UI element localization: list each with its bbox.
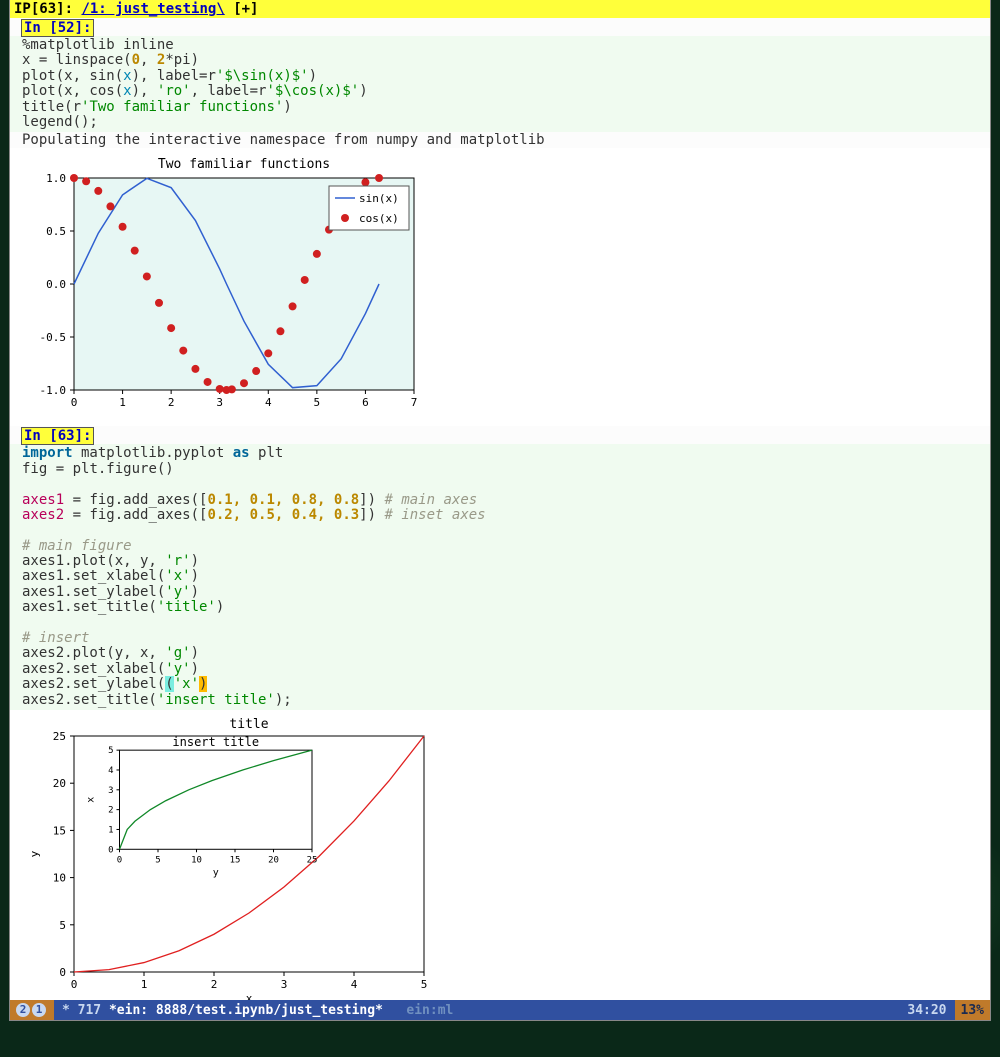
svg-text:1.0: 1.0 — [46, 172, 66, 185]
emacs-editor[interactable]: IP[63]: /1: just_testing\ [+] In [52]: %… — [10, 0, 990, 1020]
svg-text:1: 1 — [108, 825, 113, 835]
svg-text:-0.5: -0.5 — [40, 331, 67, 344]
svg-text:5: 5 — [155, 855, 160, 865]
svg-text:x: x — [86, 797, 97, 803]
svg-text:5: 5 — [421, 978, 428, 991]
svg-text:10: 10 — [53, 872, 66, 885]
chart-1: Two familiar functions 0 1 2 3 4 5 6 7 -1.0 -0.5 0.… — [24, 154, 424, 414]
title-path: /1: just_testing\ — [81, 1, 224, 17]
svg-text:4: 4 — [351, 978, 358, 991]
status-mid: * 717 *ein: 8888/test.ipynb/just_testing… — [54, 1003, 899, 1018]
svg-text:0: 0 — [117, 855, 122, 865]
svg-text:title: title — [229, 717, 268, 732]
badge-2-icon: 1 — [32, 1003, 46, 1017]
svg-text:2: 2 — [168, 396, 175, 409]
cell-prompt-52[interactable]: In [52]: — [22, 20, 93, 36]
svg-text:-1.0: -1.0 — [40, 384, 67, 397]
svg-text:2: 2 — [108, 806, 113, 816]
status-line-count: 717 — [78, 1003, 101, 1018]
svg-text:6: 6 — [362, 396, 369, 409]
svg-text:0: 0 — [108, 845, 113, 855]
code-cell-63[interactable]: import matplotlib.pyplot as plt fig = pl… — [10, 444, 990, 710]
status-mode: ein:ml — [406, 1003, 453, 1018]
svg-text:5: 5 — [314, 396, 321, 409]
svg-text:sin(x): sin(x) — [359, 192, 399, 205]
badge-1-icon: 2 — [16, 1003, 30, 1017]
svg-text:4: 4 — [108, 766, 113, 776]
svg-text:1: 1 — [119, 396, 126, 409]
svg-text:3: 3 — [281, 978, 288, 991]
svg-text:y: y — [213, 867, 219, 878]
chart-2-wrap: titlexy0123450510152025insert titleyx051… — [10, 710, 990, 1018]
svg-text:20: 20 — [268, 855, 279, 865]
svg-text:15: 15 — [230, 855, 241, 865]
title-suffix: [+] — [233, 1, 258, 17]
code-cell-52[interactable]: %matplotlib inline x = linspace(0, 2*pi)… — [10, 36, 990, 132]
svg-text:4: 4 — [265, 396, 272, 409]
svg-text:3: 3 — [216, 396, 223, 409]
title-prefix: IP[63]: — [14, 1, 73, 17]
svg-text:cos(x): cos(x) — [359, 212, 399, 225]
svg-text:7: 7 — [411, 396, 418, 409]
svg-text:0.5: 0.5 — [46, 225, 66, 238]
status-position: 34:20 — [899, 1003, 954, 1018]
svg-text:25: 25 — [307, 855, 318, 865]
stdout-cell-52: Populating the interactive namespace fro… — [10, 132, 990, 148]
svg-text:25: 25 — [53, 730, 66, 743]
status-left: 2 1 — [10, 1000, 54, 1020]
svg-text:10: 10 — [191, 855, 202, 865]
svg-text:0: 0 — [71, 396, 78, 409]
svg-text:0: 0 — [71, 978, 78, 991]
status-percent: 13% — [955, 1000, 990, 1020]
svg-text:0: 0 — [59, 966, 66, 979]
title-bar: IP[63]: /1: just_testing\ [+] — [10, 0, 990, 18]
svg-text:5: 5 — [59, 919, 66, 932]
svg-text:5: 5 — [108, 746, 113, 756]
cell-prompt-63[interactable]: In [63]: — [22, 428, 93, 444]
svg-text:insert title: insert title — [172, 735, 259, 749]
svg-text:2: 2 — [211, 978, 218, 991]
svg-text:20: 20 — [53, 777, 66, 790]
chart-2: titlexy0123450510152025insert titleyx051… — [24, 716, 444, 1006]
svg-text:15: 15 — [53, 824, 66, 837]
mode-line: 2 1 * 717 *ein: 8888/test.ipynb/just_tes… — [10, 1000, 990, 1020]
status-buffer-name: *ein: 8888/test.ipynb/just_testing* — [109, 1003, 383, 1018]
svg-text:Two familiar functions: Two familiar functions — [158, 157, 330, 172]
svg-text:0.0: 0.0 — [46, 278, 66, 291]
chart-1-wrap: Two familiar functions 0 1 2 3 4 5 6 7 -1.0 -0.5 0.… — [10, 148, 990, 426]
svg-text:3: 3 — [108, 786, 113, 796]
svg-text:1: 1 — [141, 978, 148, 991]
svg-text:y: y — [28, 850, 41, 857]
